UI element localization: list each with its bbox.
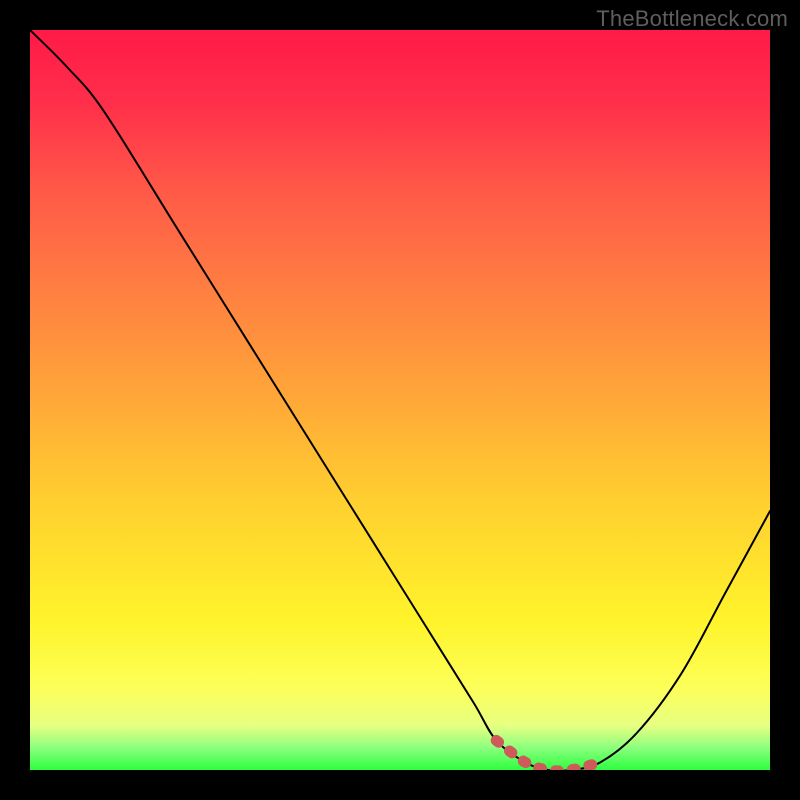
plot-area	[30, 30, 770, 770]
watermark-text: TheBottleneck.com	[596, 6, 788, 32]
curve-layer	[30, 30, 770, 770]
bottleneck-curve	[30, 30, 770, 770]
chart-stage: TheBottleneck.com	[0, 0, 800, 800]
optimal-band-highlight	[496, 740, 600, 770]
